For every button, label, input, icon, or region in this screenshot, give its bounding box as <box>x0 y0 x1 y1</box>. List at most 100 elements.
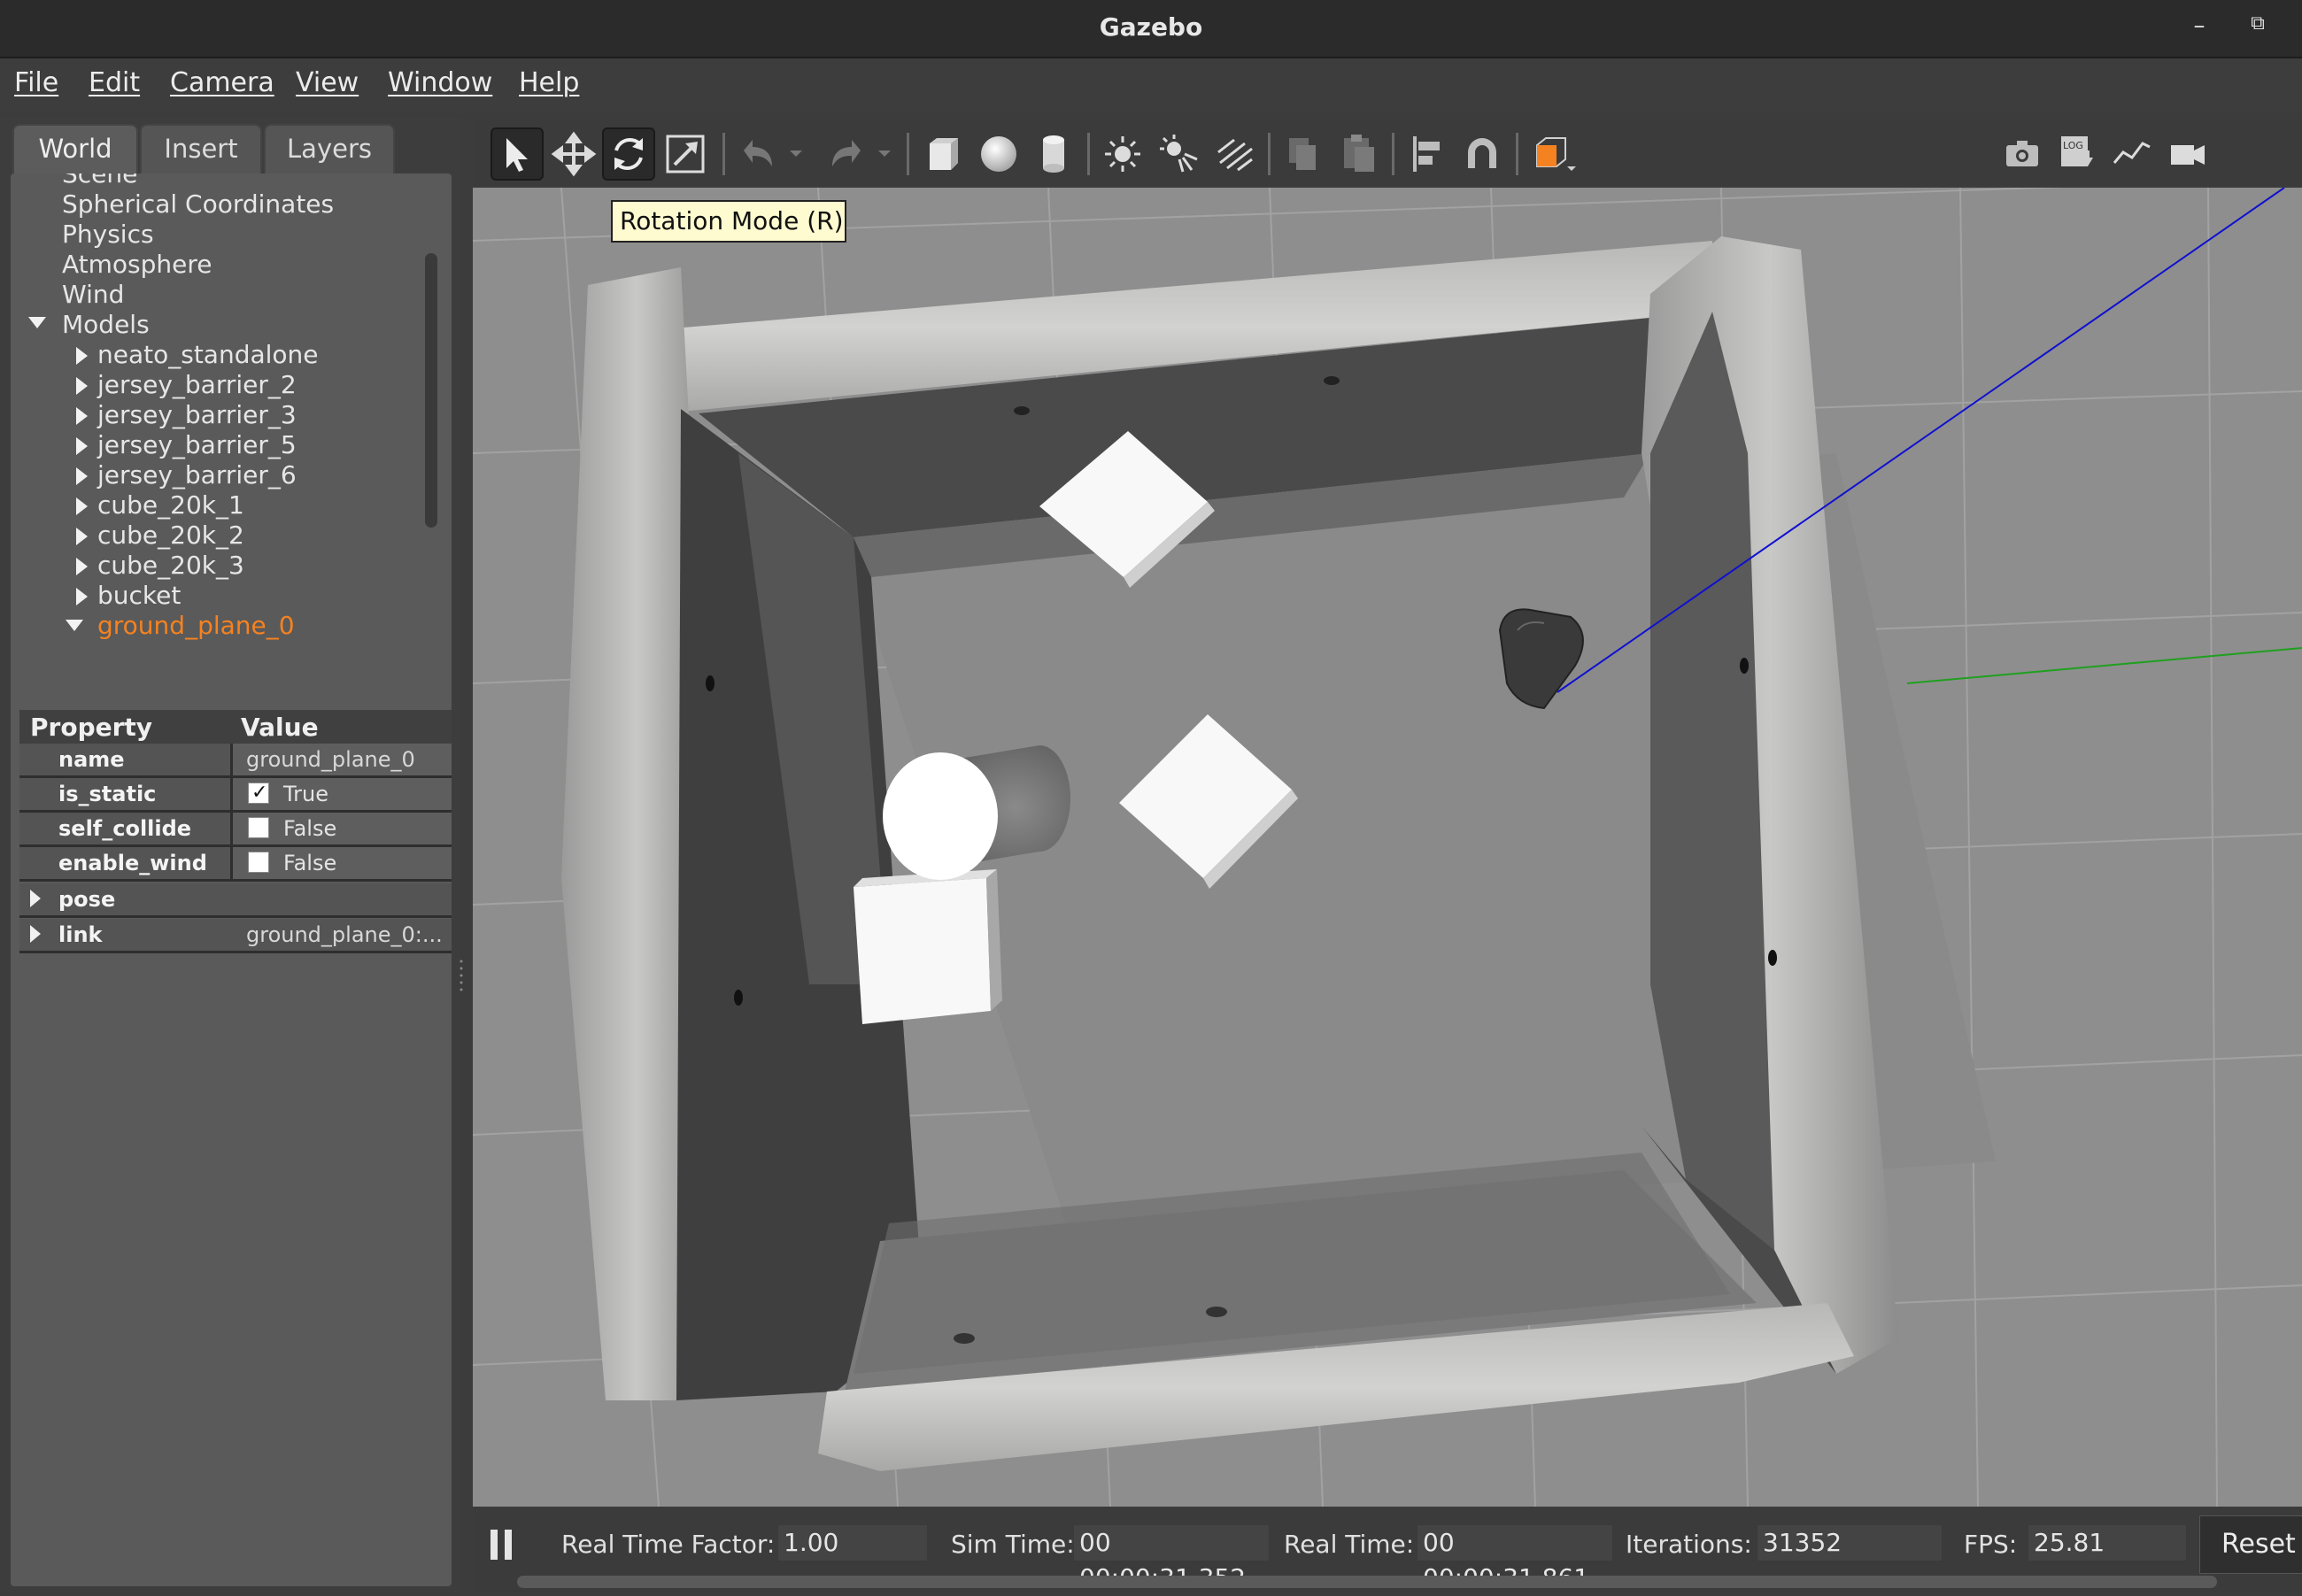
rotate-icon[interactable] <box>602 127 655 181</box>
enable-wind-checkbox[interactable] <box>248 852 269 873</box>
magnet-icon[interactable] <box>1456 127 1509 181</box>
expand-model-icon[interactable] <box>76 558 88 575</box>
tree-model-cube-20k-1[interactable]: cube_20k_1 <box>97 490 244 520</box>
property-value-name[interactable]: ground_plane_0 <box>246 747 415 772</box>
menu-window[interactable]: Window <box>388 67 492 98</box>
point-light-icon[interactable] <box>1096 127 1149 181</box>
property-key-enable-wind: enable_wind <box>58 851 207 875</box>
tree-model-ground-plane-0[interactable]: ground_plane_0 <box>97 611 295 641</box>
spot-light-icon[interactable] <box>1153 127 1206 181</box>
directional-light-icon[interactable] <box>1208 127 1261 181</box>
is-static-checkbox[interactable]: ✓ <box>248 782 269 804</box>
tree-item-scene[interactable]: Scene <box>62 173 137 189</box>
tree-model-jersey-barrier-2[interactable]: jersey_barrier_2 <box>97 370 297 400</box>
log-icon[interactable]: LOG <box>2051 127 2104 181</box>
iterations-label: Iterations: <box>1626 1530 1752 1559</box>
tree-item-wind[interactable]: Wind <box>62 280 124 310</box>
tree-model-cube-20k-3[interactable]: cube_20k_3 <box>97 551 244 581</box>
tab-insert[interactable]: Insert <box>140 124 262 173</box>
toolbar-separator <box>722 133 725 175</box>
expand-pose-icon[interactable] <box>30 890 41 907</box>
tree-item-physics[interactable]: Physics <box>62 220 154 250</box>
menu-edit[interactable]: Edit <box>89 67 140 98</box>
expand-model-icon[interactable] <box>76 377 88 395</box>
iterations-value: 31352 <box>1757 1524 1943 1561</box>
redo-dropdown-icon[interactable] <box>871 127 898 181</box>
property-row-pose[interactable]: pose <box>19 883 452 918</box>
minimize-icon[interactable]: – <box>2182 12 2217 39</box>
expand-model-icon[interactable] <box>76 588 88 605</box>
collapse-model-icon[interactable] <box>66 620 83 631</box>
property-table-header: Property Value <box>19 710 452 744</box>
world-pane: Scene Spherical Coordinates Physics Atmo… <box>11 173 452 1586</box>
expand-model-icon[interactable] <box>76 437 88 455</box>
scale-icon[interactable] <box>659 127 712 181</box>
record-icon[interactable] <box>2160 127 2213 181</box>
property-row-is-static: is_static ✓ True <box>19 778 452 813</box>
property-value-link: ground_plane_0:... <box>246 922 443 947</box>
expand-model-icon[interactable] <box>76 347 88 365</box>
real-time-factor-label: Real Time Factor: <box>561 1530 776 1559</box>
menu-camera[interactable]: Camera <box>170 67 274 98</box>
status-scrollbar[interactable] <box>517 1576 2217 1588</box>
plot-icon[interactable] <box>2105 127 2159 181</box>
property-row-self-collide: self_collide False <box>19 813 452 847</box>
tree-model-cube-20k-2[interactable]: cube_20k_2 <box>97 520 244 551</box>
tree-model-jersey-barrier-5[interactable]: jersey_barrier_5 <box>97 430 297 460</box>
copy-icon[interactable] <box>1277 127 1330 181</box>
rotation-mode-tooltip: Rotation Mode (R) <box>611 200 846 243</box>
box-icon[interactable] <box>915 127 969 181</box>
property-key-link: link <box>58 922 103 947</box>
toolbar-separator <box>1392 133 1394 175</box>
expand-model-icon[interactable] <box>76 407 88 425</box>
undo-dropdown-icon[interactable] <box>783 127 809 181</box>
property-row-enable-wind: enable_wind False <box>19 847 452 882</box>
cube-20k-3[interactable] <box>854 869 1002 1024</box>
sim-time-value: 00 00:00:31.352 <box>1073 1524 1270 1592</box>
property-row-link[interactable]: link ground_plane_0:... <box>19 919 452 953</box>
redo-icon[interactable] <box>820 127 873 181</box>
reset-time-button[interactable]: Reset Time <box>2199 1515 2302 1574</box>
paste-icon[interactable] <box>1332 127 1385 181</box>
toolbar-separator <box>907 133 909 175</box>
property-key-self-collide: self_collide <box>58 816 192 841</box>
fps-value: 25.81 <box>2028 1524 2187 1561</box>
tree-model-jersey-barrier-3[interactable]: jersey_barrier_3 <box>97 400 297 430</box>
sphere-icon[interactable] <box>972 127 1025 181</box>
expand-model-icon[interactable] <box>76 467 88 485</box>
undo-icon[interactable] <box>731 127 784 181</box>
tab-world[interactable]: World <box>12 124 138 173</box>
menu-help[interactable]: Help <box>519 67 579 98</box>
translate-icon[interactable] <box>547 127 600 181</box>
3d-viewport[interactable] <box>473 188 2302 1507</box>
select-arrow-icon[interactable] <box>491 127 544 181</box>
tree-scrollbar[interactable] <box>425 253 437 528</box>
cylinder-icon[interactable] <box>1027 127 1080 181</box>
expand-models-icon[interactable] <box>28 317 46 328</box>
tree-item-models[interactable]: Models <box>62 310 150 340</box>
property-row-name: name ground_plane_0 <box>19 744 452 778</box>
world-tree: Scene Spherical Coordinates Physics Atmo… <box>11 173 452 713</box>
panel-splitter-handle[interactable] <box>459 958 464 993</box>
menu-view[interactable]: View <box>296 67 359 98</box>
real-time-label: Real Time: <box>1284 1530 1415 1559</box>
align-icon[interactable] <box>1401 127 1454 181</box>
menu-file[interactable]: File <box>14 67 58 98</box>
tree-model-bucket[interactable]: bucket <box>97 581 181 611</box>
status-bar: Real Time Factor: 1.00 Sim Time: 00 00:0… <box>473 1507 2302 1592</box>
view-angle-icon[interactable] <box>1525 127 1587 181</box>
tree-item-spherical-coordinates[interactable]: Spherical Coordinates <box>62 189 334 220</box>
self-collide-checkbox[interactable] <box>248 817 269 838</box>
tree-model-jersey-barrier-6[interactable]: jersey_barrier_6 <box>97 460 297 490</box>
expand-model-icon[interactable] <box>76 528 88 545</box>
tree-item-atmosphere[interactable]: Atmosphere <box>62 250 212 280</box>
tree-model-neato-standalone[interactable]: neato_standalone <box>97 340 319 370</box>
tab-layers[interactable]: Layers <box>264 124 395 173</box>
window-title: Gazebo <box>1099 12 1203 42</box>
pause-icon[interactable] <box>491 1530 514 1560</box>
restore-icon[interactable]: ⧉ <box>2240 12 2275 35</box>
expand-model-icon[interactable] <box>76 497 88 515</box>
menu-bar: File Edit Camera View Window Help <box>0 58 2302 113</box>
screenshot-icon[interactable] <box>1996 127 2049 181</box>
expand-link-icon[interactable] <box>30 925 41 943</box>
